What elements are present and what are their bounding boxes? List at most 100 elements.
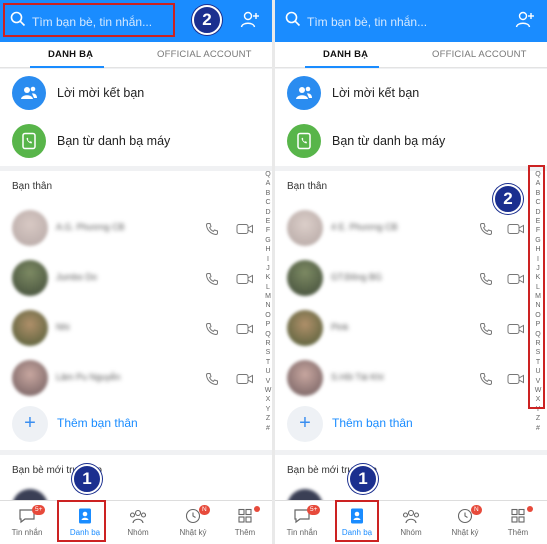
search-icon[interactable] xyxy=(285,11,301,27)
phone-call-icon[interactable] xyxy=(479,272,493,286)
video-call-icon[interactable] xyxy=(236,223,254,235)
phone-call-icon[interactable] xyxy=(479,222,493,236)
video-call-icon[interactable] xyxy=(236,323,254,335)
friend-row[interactable]: A.G. Phương CB xyxy=(0,201,272,251)
tab-contacts[interactable]: DANH BẠ xyxy=(48,49,93,60)
alpha-letter[interactable]: S xyxy=(263,348,272,357)
alpha-letter[interactable]: D xyxy=(263,208,272,217)
group-icon xyxy=(129,509,147,524)
alpha-letter[interactable]: E xyxy=(263,217,272,226)
header xyxy=(275,0,547,42)
alpha-letter[interactable]: G xyxy=(263,236,272,245)
nav-more[interactable]: Thêm xyxy=(491,501,545,544)
nav-more-label: Thêm xyxy=(234,528,256,537)
highlight-contacts-tab xyxy=(335,500,379,542)
add-close-friend-row[interactable]: + Thêm bạn thân xyxy=(275,400,547,448)
alpha-letter[interactable]: O xyxy=(263,311,272,320)
alpha-letter[interactable]: # xyxy=(263,424,272,433)
friend-requests-row[interactable]: Lời mời kết bạn xyxy=(275,69,547,117)
alpha-letter[interactable]: X xyxy=(263,395,272,404)
nav-groups[interactable]: Nhóm xyxy=(384,501,438,544)
friend-row[interactable]: GT.Đông BG xyxy=(275,251,547,301)
friend-requests-icon xyxy=(287,76,321,110)
avatar xyxy=(12,260,48,296)
nav-diary[interactable]: N Nhật ký xyxy=(438,501,492,544)
alpha-letter[interactable]: T xyxy=(263,358,272,367)
phone-call-icon[interactable] xyxy=(479,372,493,386)
nav-messages[interactable]: 5+ Tin nhắn xyxy=(275,501,329,544)
highlight-alphabet-index xyxy=(528,165,545,409)
alphabet-index[interactable]: Q A B C D E F G H I J K L M N O P Q R S T U V W X Y Z # xyxy=(263,170,272,433)
alpha-letter[interactable]: H xyxy=(263,245,272,254)
alpha-letter[interactable]: C xyxy=(263,198,272,207)
alpha-letter[interactable]: W xyxy=(263,386,272,395)
alpha-letter[interactable]: Z xyxy=(263,414,272,423)
friend-row[interactable]: Jumbo Do xyxy=(0,251,272,301)
alpha-letter[interactable]: L xyxy=(263,283,272,292)
video-call-icon[interactable] xyxy=(507,273,525,285)
phone-call-icon[interactable] xyxy=(205,272,219,286)
friend-row[interactable]: Lâm Pu Nguyễn xyxy=(0,351,272,401)
alpha-letter[interactable]: P xyxy=(263,320,272,329)
alpha-letter[interactable]: V xyxy=(263,377,272,386)
phonebook-icon xyxy=(287,124,321,158)
friend-row[interactable]: S.Hồi Tài Khí xyxy=(275,351,547,401)
nav-messages[interactable]: 5+ Tin nhắn xyxy=(0,501,54,544)
alpha-letter[interactable]: J xyxy=(263,264,272,273)
friend-name: Jumbo Do xyxy=(56,272,98,282)
video-call-icon[interactable] xyxy=(507,323,525,335)
video-call-icon[interactable] xyxy=(236,373,254,385)
nav-diary-label: Nhật ký xyxy=(451,528,479,537)
alpha-letter[interactable]: B xyxy=(263,189,272,198)
phone-call-icon[interactable] xyxy=(479,322,493,336)
alpha-letter[interactable]: M xyxy=(263,292,272,301)
alpha-letter[interactable]: F xyxy=(263,226,272,235)
alpha-letter[interactable]: Z xyxy=(533,414,543,423)
alpha-letter[interactable]: A xyxy=(263,179,272,188)
tab-contacts[interactable]: DANH BẠ xyxy=(323,49,368,60)
alpha-letter[interactable]: I xyxy=(263,255,272,264)
phonebook-friends-label: Bạn từ danh bạ máy xyxy=(332,134,446,148)
alpha-letter[interactable]: U xyxy=(263,367,272,376)
grid-icon xyxy=(238,508,252,523)
friend-name: Nhi xyxy=(56,322,70,332)
add-friend-icon[interactable] xyxy=(240,11,260,29)
alpha-letter[interactable]: # xyxy=(533,424,543,433)
tab-active-indicator xyxy=(30,66,104,68)
phonebook-friends-row[interactable]: Bạn từ danh bạ máy xyxy=(275,117,547,165)
add-close-friend-row[interactable]: + Thêm bạn thân xyxy=(0,400,272,448)
phone-call-icon[interactable] xyxy=(205,322,219,336)
grid-icon xyxy=(511,508,525,523)
alpha-letter[interactable]: R xyxy=(263,339,272,348)
friend-name: Pink xyxy=(331,322,349,332)
nav-diary[interactable]: N Nhật ký xyxy=(166,501,220,544)
diary-badge: N xyxy=(471,505,482,515)
nav-diary-label: Nhật ký xyxy=(179,528,207,537)
alpha-letter[interactable]: N xyxy=(263,301,272,310)
phonebook-friends-row[interactable]: Bạn từ danh bạ máy xyxy=(0,117,272,165)
avatar xyxy=(287,260,323,296)
nav-groups[interactable]: Nhóm xyxy=(111,501,165,544)
tab-official-account[interactable]: OFFICIAL ACCOUNT xyxy=(432,49,527,60)
friend-row[interactable]: Pink xyxy=(275,301,547,351)
alpha-letter[interactable]: Q xyxy=(263,170,272,179)
alpha-letter[interactable]: K xyxy=(263,273,272,282)
video-call-icon[interactable] xyxy=(507,223,525,235)
tab-official-account[interactable]: OFFICIAL ACCOUNT xyxy=(157,49,252,60)
nav-groups-label: Nhóm xyxy=(400,528,422,537)
add-close-friend-label: Thêm bạn thân xyxy=(332,416,413,430)
friend-row[interactable]: Nhi xyxy=(0,301,272,351)
bottom-nav: 5+ Tin nhắn Danh bạ Nhóm N Nhật ký Thêm xyxy=(0,500,272,544)
phone-call-icon[interactable] xyxy=(205,372,219,386)
phone-call-icon[interactable] xyxy=(205,222,219,236)
close-friends-title: Bạn thân xyxy=(287,181,328,192)
video-call-icon[interactable] xyxy=(507,373,525,385)
add-friend-icon[interactable] xyxy=(515,11,535,29)
friend-requests-row[interactable]: Lời mời kết bạn xyxy=(0,69,272,117)
nav-more[interactable]: Thêm xyxy=(218,501,272,544)
alpha-letter[interactable]: Y xyxy=(263,405,272,414)
search-input[interactable] xyxy=(307,13,487,31)
alpha-letter[interactable]: Q xyxy=(263,330,272,339)
video-call-icon[interactable] xyxy=(236,273,254,285)
notification-dot xyxy=(527,506,533,512)
